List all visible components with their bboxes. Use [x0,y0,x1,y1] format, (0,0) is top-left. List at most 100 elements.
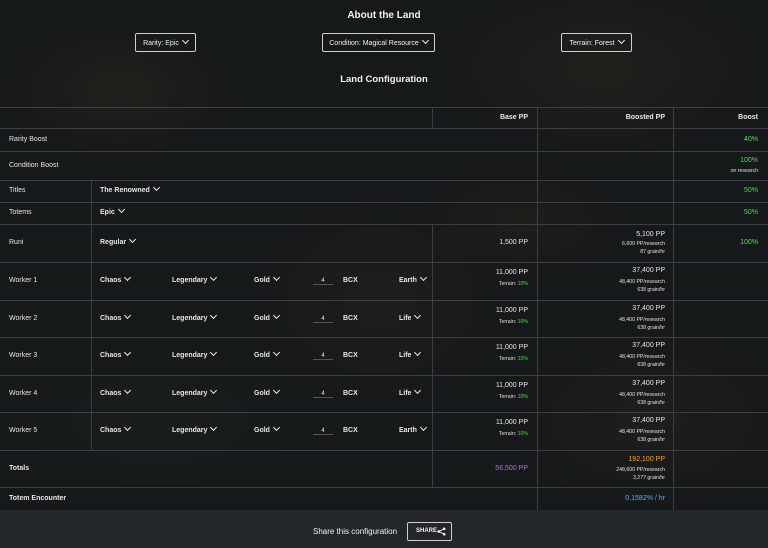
row-label-titles: Titles [9,187,26,194]
worker-foil-dropdown[interactable]: Gold [254,423,280,434]
land-configurator: About the Land Rarity: Epic Condition: M… [0,0,768,548]
condition-dropdown[interactable]: Condition: Magical Resource [322,33,435,52]
worker-terrain-bonus: Terrain: 10% [440,281,528,287]
chevron-down-icon [617,36,625,45]
runi-dropdown-label: Regular [100,239,127,246]
bcx-input[interactable]: 4 [313,278,333,285]
terrain-dropdown[interactable]: Terrain: Forest [561,33,632,52]
column-header-base: Base PP [499,114,528,121]
terrain-percent: 10% [517,281,528,287]
worker-foil-dropdown[interactable]: Gold [254,386,280,397]
worker-research-rate: 48,400 PP/research [619,392,665,398]
chevron-down-icon [124,423,132,432]
worker-rarity-dropdown[interactable]: Legendary [172,273,218,284]
worker-terrain-bonus: Terrain: 10% [440,356,528,362]
worker-element-dropdown[interactable]: Earth [399,423,427,434]
worker-research-rate: 48,400 PP/research [619,317,665,323]
worker-element-dropdown[interactable]: Life [399,348,422,359]
titles-dropdown[interactable]: The Renowned [100,183,160,194]
worker-label: Worker 2 [9,315,38,322]
worker-rarity-dropdown[interactable]: Legendary [172,311,218,322]
worker-foil-dropdown[interactable]: Gold [254,311,280,322]
bcx-input[interactable]: 4 [313,391,333,398]
worker-type-dropdown-label: Chaos [100,352,122,359]
worker-terrain-bonus: Terrain: 10% [440,319,528,325]
worker-element-dropdown-label: Life [399,352,412,359]
worker-foil-dropdown[interactable]: Gold [254,273,280,284]
chevron-down-icon [272,386,280,395]
worker-rarity-dropdown-label: Legendary [172,277,208,284]
worker-element-dropdown[interactable]: Life [399,386,422,397]
column-header-boost: Boost [738,114,758,121]
worker-type-dropdown[interactable]: Chaos [100,273,132,284]
bcx-label: BCX [343,315,358,322]
terrain-percent: 10% [517,319,528,325]
worker-type-dropdown[interactable]: Chaos [100,423,132,434]
totals-research-rate: 248,600 PP/research [616,467,665,473]
chevron-down-icon [272,273,280,282]
runi-boosted-pp: 5,100 PP [636,231,665,238]
worker-grain-rate: 638 grain/hr [637,362,665,368]
table-divider [0,300,768,301]
share-text: Share this configuration [313,527,398,536]
worker-type-dropdown[interactable]: Chaos [100,311,132,322]
totems-dropdown-label: Epic [100,209,115,216]
totals-grain-rate: 3,277 grain/hr [632,475,665,481]
worker-type-dropdown-label: Chaos [100,427,122,434]
table-divider [0,487,768,488]
terrain-percent: 10% [517,394,528,400]
bcx-label: BCX [343,390,358,397]
rarity-dropdown[interactable]: Rarity: Epic [135,33,196,52]
worker-foil-dropdown-label: Gold [254,352,270,359]
column-divider [432,107,433,128]
worker-foil-dropdown[interactable]: Gold [254,348,280,359]
worker-rarity-dropdown-label: Legendary [172,390,208,397]
chevron-down-icon [124,273,132,282]
condition-boost-value: 100% [740,157,758,164]
chevron-down-icon [124,348,132,357]
titles-dropdown-label: The Renowned [100,187,150,194]
runi-research-rate: 6,600 PP/research [622,241,665,247]
worker-base-pp: 11,000 PP [495,382,528,389]
worker-boosted-pp: 37,400 PP [632,267,665,274]
worker-type-dropdown[interactable]: Chaos [100,348,132,359]
chevron-down-icon [414,348,422,357]
worker-research-rate: 48,400 PP/research [619,279,665,285]
worker-element-dropdown[interactable]: Life [399,311,422,322]
table-divider [0,262,768,263]
table-divider [0,337,768,338]
table-divider [0,202,768,203]
page-title: About the Land [347,10,421,21]
worker-type-dropdown[interactable]: Chaos [100,386,132,397]
terrain-label: Terrain: [498,356,517,362]
chevron-down-icon [414,386,422,395]
section-title: Land Configuration [340,74,428,85]
chevron-down-icon [124,386,132,395]
worker-boosted-pp: 37,400 PP [632,417,665,424]
worker-rarity-dropdown-label: Legendary [172,352,208,359]
worker-rarity-dropdown[interactable]: Legendary [172,386,218,397]
totems-dropdown[interactable]: Epic [100,205,125,216]
worker-boosted-pp: 37,400 PP [632,305,665,312]
bcx-label: BCX [343,427,358,434]
bcx-input[interactable]: 4 [313,428,333,435]
table-divider [0,224,768,225]
column-divider [91,180,92,450]
chevron-down-icon [124,311,132,320]
chevron-down-icon [414,311,422,320]
worker-rarity-dropdown[interactable]: Legendary [172,348,218,359]
worker-element-dropdown-label: Life [399,315,412,322]
terrain-dropdown-label: Terrain: Forest [569,40,615,47]
table-divider [0,375,768,376]
worker-element-dropdown[interactable]: Earth [399,273,427,284]
share-button[interactable]: SHARE [407,522,452,541]
worker-grain-rate: 638 grain/hr [637,287,665,293]
worker-label: Worker 1 [9,277,38,284]
runi-dropdown[interactable]: Regular [100,235,137,246]
bcx-input[interactable]: 4 [313,316,333,323]
chevron-down-icon [272,423,280,432]
bcx-input[interactable]: 4 [313,353,333,360]
worker-foil-dropdown-label: Gold [254,390,270,397]
row-label-totem-encounter: Totem Encounter [9,495,67,502]
worker-rarity-dropdown[interactable]: Legendary [172,423,218,434]
